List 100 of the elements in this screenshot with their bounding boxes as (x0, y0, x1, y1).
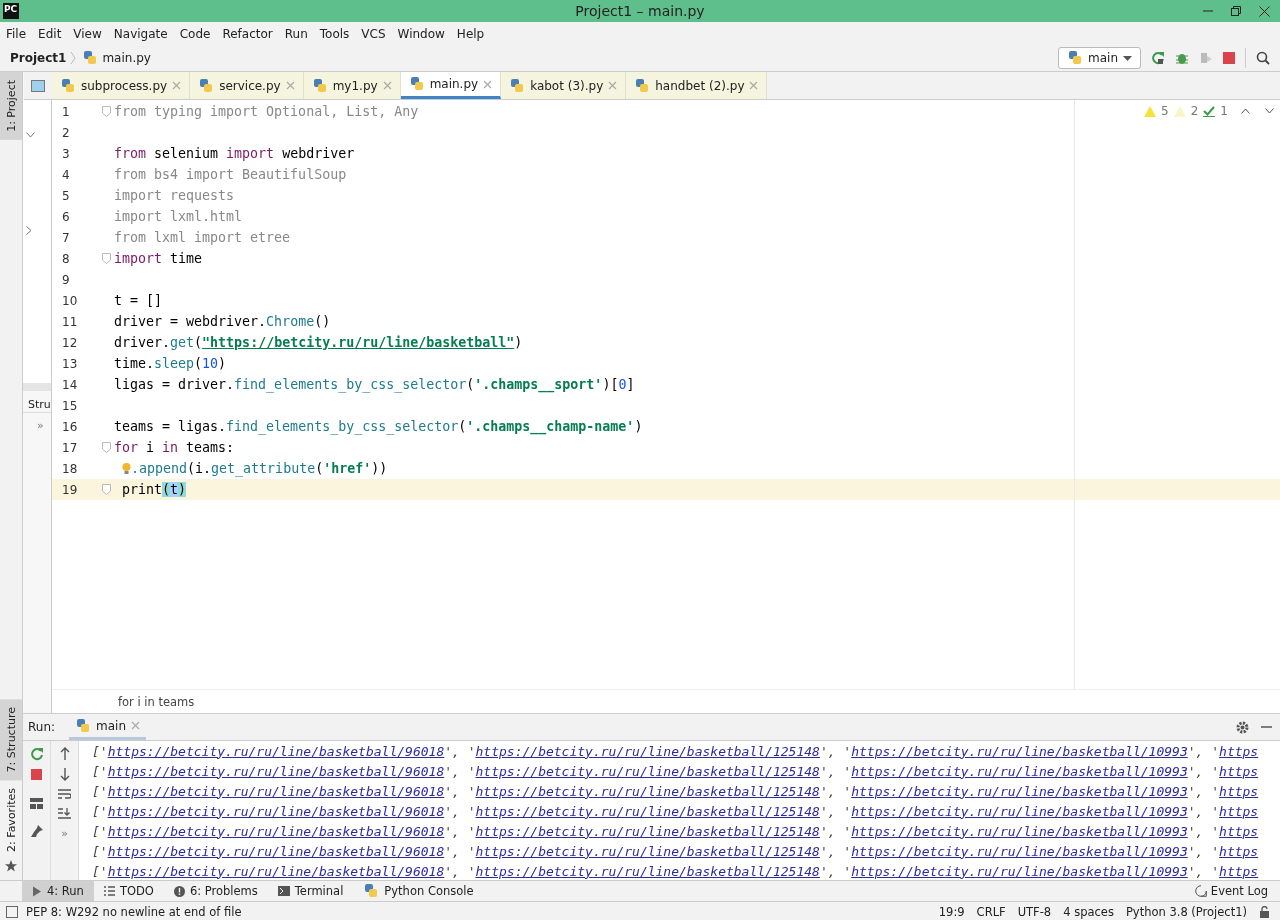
menu-item[interactable]: View (67, 26, 108, 41)
status-item[interactable]: 19:9 (938, 904, 965, 919)
breadcrumb-item[interactable]: main.py (102, 51, 151, 65)
output-link[interactable]: https (1219, 763, 1259, 779)
output-link[interactable]: https://betcity.ru/ru/line/basketball/96018 (107, 783, 445, 799)
output-link[interactable]: https://betcity.ru/ru/line/basketball/125148 (475, 743, 820, 759)
output-link[interactable]: https://betcity.ru/ru/line/basketball/125148 (475, 763, 820, 779)
scroll-to-end-icon[interactable] (58, 808, 71, 819)
python-file-icon (509, 77, 526, 94)
tool-window-tab[interactable]: Python Console (353, 881, 484, 901)
bug-icon[interactable] (1175, 51, 1189, 65)
more-button[interactable]: » (61, 827, 68, 840)
output-link[interactable]: https (1219, 803, 1259, 819)
chevron-down-icon[interactable] (1265, 108, 1274, 114)
fold-icon[interactable] (101, 106, 111, 117)
menu-item[interactable]: Help (450, 26, 491, 41)
menu-item[interactable]: Refactor (216, 26, 279, 41)
chevron-right-icon[interactable] (26, 226, 32, 235)
line-number: 14 (61, 377, 79, 392)
editor-tab[interactable]: subprocess.py (52, 72, 191, 99)
tool-window-tab[interactable]: 4: Run (22, 881, 94, 901)
terminal-icon (277, 886, 290, 896)
coverage-icon[interactable] (1199, 51, 1213, 65)
close-icon[interactable] (1259, 5, 1270, 17)
console-text: ', ' (444, 843, 476, 859)
menu-item[interactable]: Navigate (107, 26, 174, 41)
editor-tab[interactable]: main.py (400, 72, 502, 99)
tool-window-tab[interactable]: Terminal (267, 881, 354, 901)
console-text: ', ' (1187, 843, 1220, 859)
info-icon (173, 885, 185, 897)
output-link[interactable]: https (1219, 783, 1259, 799)
lightbulb-icon[interactable] (122, 461, 131, 476)
panel-icon[interactable] (31, 79, 45, 92)
output-link[interactable]: https://betcity.ru/ru/line/basketball/125148 (475, 843, 820, 859)
output-link[interactable]: https://betcity.ru/ru/line/basketball/10993 (851, 863, 1188, 879)
output-link[interactable]: https://betcity.ru/ru/line/basketball/96018 (107, 803, 445, 819)
more-button[interactable]: » (23, 413, 51, 432)
run-configuration-dropdown[interactable]: main (1058, 47, 1141, 69)
search-icon[interactable] (1256, 51, 1270, 65)
menu-item[interactable]: VCS (355, 26, 392, 41)
panel-toggle-icon[interactable] (6, 905, 18, 918)
output-link[interactable]: https://betcity.ru/ru/line/basketball/96018 (107, 823, 445, 839)
tool-window-tab[interactable]: TODO (93, 881, 164, 901)
status-item[interactable]: 4 spaces (1063, 904, 1114, 919)
lock-icon[interactable] (1259, 905, 1270, 918)
soft-wrap-icon[interactable] (58, 789, 71, 800)
output-link[interactable]: https://betcity.ru/ru/line/basketball/125148 (475, 823, 820, 839)
fold-icon[interactable] (101, 442, 111, 453)
line-number: 9 (61, 272, 71, 287)
output-link[interactable]: https://betcity.ru/ru/line/basketball/96018 (107, 763, 445, 779)
chevron-up-icon[interactable] (1241, 108, 1250, 114)
menu-item[interactable]: Edit (32, 26, 68, 41)
editor-tab[interactable]: my1.py (303, 72, 401, 99)
output-link[interactable]: https://betcity.ru/ru/line/basketball/10993 (851, 823, 1188, 839)
menu-item[interactable]: File (0, 26, 33, 41)
output-link[interactable]: https (1219, 823, 1259, 839)
fold-icon[interactable] (101, 253, 111, 264)
tool-window-tab[interactable]: 7: Structure (0, 698, 22, 781)
output-link[interactable]: https://betcity.ru/ru/line/basketball/125148 (475, 863, 820, 879)
breadcrumb-item[interactable]: Project1 (10, 51, 67, 65)
arrow-down-icon[interactable] (59, 768, 70, 781)
menu-item[interactable]: Tools (313, 26, 356, 41)
output-link[interactable]: https://betcity.ru/ru/line/basketball/10993 (851, 743, 1188, 759)
output-link[interactable]: https://betcity.ru/ru/line/basketball/96018 (107, 863, 445, 879)
status-item[interactable]: UTF-8 (1017, 904, 1052, 919)
menu-item[interactable]: Run (278, 26, 314, 41)
check-icon[interactable] (1203, 105, 1216, 117)
code-text: import time (114, 251, 203, 266)
output-link[interactable]: https://betcity.ru/ru/line/basketball/125148 (475, 783, 820, 799)
restore-icon[interactable] (1231, 6, 1241, 16)
arrow-up-icon[interactable] (59, 747, 70, 760)
tool-window-tab[interactable]: 1: Project (0, 72, 22, 140)
output-link[interactable]: https://betcity.ru/ru/line/basketball/125148 (475, 803, 820, 819)
chevron-down-icon[interactable] (26, 132, 35, 138)
rerun-icon[interactable] (29, 747, 44, 761)
status-item[interactable]: Python 3.8 (Project1) (1125, 904, 1247, 919)
output-link[interactable]: https (1219, 863, 1259, 879)
rerun-icon[interactable] (1151, 51, 1165, 65)
output-link[interactable]: https://betcity.ru/ru/line/basketball/96018 (107, 743, 445, 759)
tool-window-tab[interactable]: 6: Problems (163, 881, 268, 901)
code-breadcrumb[interactable]: for i in teams (118, 694, 195, 709)
settings-icon[interactable] (1236, 720, 1249, 734)
menu-item[interactable]: Window (391, 26, 451, 41)
status-item[interactable]: CRLF (976, 904, 1006, 919)
editor-tab[interactable]: service.py (190, 72, 304, 99)
output-link[interactable]: https (1219, 743, 1259, 759)
output-link[interactable]: https (1219, 843, 1259, 859)
output-link[interactable]: https://betcity.ru/ru/line/basketball/10993 (851, 783, 1188, 799)
output-link[interactable]: https://betcity.ru/ru/line/basketball/10993 (851, 803, 1188, 819)
editor-tab[interactable]: kabot (3).py (501, 72, 627, 99)
event-log-button[interactable]: Event Log (1210, 884, 1268, 898)
output-link[interactable]: https://betcity.ru/ru/line/basketball/10993 (851, 763, 1188, 779)
menu-item[interactable]: Code (173, 26, 217, 41)
layout-icon[interactable] (30, 798, 43, 809)
tool-window-tab[interactable]: 2: Favorites (0, 780, 22, 860)
fold-icon[interactable] (101, 484, 111, 495)
output-link[interactable]: https://betcity.ru/ru/line/basketball/96018 (107, 843, 445, 859)
output-link[interactable]: https://betcity.ru/ru/line/basketball/10993 (851, 843, 1188, 859)
pin-icon[interactable] (30, 825, 43, 837)
editor-tab[interactable]: handbet (2).py (626, 72, 768, 99)
